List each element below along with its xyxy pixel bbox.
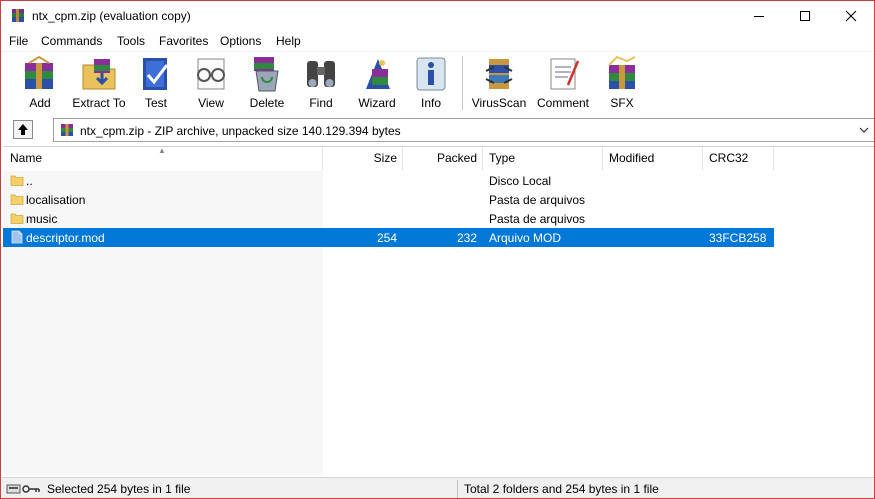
extract-icon (82, 59, 116, 90)
view-button[interactable]: View (190, 55, 232, 113)
info-button[interactable]: Info (413, 55, 449, 113)
file-icon (11, 230, 23, 244)
menu-file[interactable]: File (9, 34, 28, 48)
find-label: Find (309, 96, 333, 110)
extract-to-button[interactable]: Extract To (71, 55, 127, 113)
table-row[interactable]: music Pasta de arquivos (3, 209, 774, 228)
window-title: ntx_cpm.zip (evaluation copy) (32, 9, 191, 23)
address-text: ntx_cpm.zip - ZIP archive, unpacked size… (80, 124, 401, 138)
column-header-modified[interactable]: Modified (603, 147, 703, 170)
maximize-button[interactable] (782, 1, 828, 31)
column-header-size-label: Size (373, 151, 397, 165)
wizard-icon (366, 59, 390, 89)
winrar-window: ntx_cpm.zip (evaluation copy) File Comma… (0, 0, 875, 499)
delete-icon (254, 57, 279, 92)
view-label: View (198, 96, 224, 110)
table-row[interactable]: localisation Pasta de arquivos (3, 190, 774, 209)
sfx-label: SFX (610, 96, 634, 110)
file-name: descriptor.mod (26, 231, 105, 245)
menu-options[interactable]: Options (220, 34, 261, 48)
column-header-crc32-label: CRC32 (709, 151, 749, 165)
virusscan-icon (485, 59, 513, 89)
address-row: ntx_cpm.zip - ZIP archive, unpacked size… (1, 117, 874, 143)
column-header-name-label: Name (10, 151, 43, 165)
toolbar: Add Extract To Test View Delete Find Wiz… (1, 51, 874, 115)
binoculars-icon (307, 61, 335, 87)
file-packed: 232 (456, 231, 477, 245)
up-arrow-icon (18, 124, 28, 135)
virusscan-label: VirusScan (471, 96, 527, 110)
list-header: Name ▲ Size Packed Type Modified CRC32 (3, 146, 874, 170)
extract-to-label: Extract To (72, 96, 126, 110)
test-icon (143, 58, 169, 90)
add-icon (25, 55, 53, 89)
comment-icon (550, 58, 580, 90)
wizard-label: Wizard (358, 96, 396, 110)
column-header-packed[interactable]: Packed (403, 147, 483, 170)
menu-help[interactable]: Help (276, 34, 301, 48)
file-list[interactable]: Name ▲ Size Packed Type Modified CRC32 .… (3, 146, 874, 475)
menu-favorites[interactable]: Favorites (159, 34, 208, 48)
test-label: Test (144, 96, 167, 110)
sort-ascending-icon: ▲ (158, 146, 166, 155)
status-divider (457, 480, 458, 498)
minimize-button[interactable] (736, 1, 782, 31)
column-header-size[interactable]: Size (323, 147, 403, 170)
file-name: localisation (26, 193, 86, 207)
find-button[interactable]: Find (301, 55, 341, 113)
file-crc32: 33FCB258 (709, 231, 767, 245)
table-row-selected[interactable]: descriptor.mod 254 232 Arquivo MOD 33FCB… (3, 228, 774, 247)
up-one-level-button[interactable] (13, 120, 33, 139)
minimize-icon (754, 16, 764, 17)
column-header-type-label: Type (489, 151, 516, 165)
file-type: Pasta de arquivos (489, 212, 586, 226)
status-bar: Selected 254 bytes in 1 file Total 2 fol… (1, 477, 874, 498)
column-header-type[interactable]: Type (483, 147, 603, 170)
column-header-crc32[interactable]: CRC32 (703, 147, 774, 170)
add-button[interactable]: Add (16, 55, 64, 113)
sfx-button[interactable]: SFX (603, 55, 641, 113)
sfx-icon (608, 55, 636, 89)
winrar-app-icon (12, 9, 24, 22)
close-icon (845, 10, 857, 22)
title-bar[interactable]: ntx_cpm.zip (evaluation copy) (1, 1, 874, 32)
drive-key-icon (6, 484, 40, 494)
test-button[interactable]: Test (136, 55, 176, 113)
column-header-modified-label: Modified (609, 151, 655, 165)
comment-label: Comment (536, 96, 589, 110)
column-header-name[interactable]: Name ▲ (3, 146, 323, 170)
delete-button[interactable]: Delete (246, 55, 288, 113)
menu-tools[interactable]: Tools (117, 34, 145, 48)
comment-button[interactable]: Comment (534, 55, 592, 113)
chevron-down-icon[interactable] (858, 124, 870, 136)
folder-icon (10, 175, 24, 186)
info-label: Info (420, 96, 441, 110)
file-name: .. (26, 174, 33, 188)
maximize-icon (800, 11, 810, 21)
folder-icon (10, 213, 24, 224)
status-selection-text: Selected 254 bytes in 1 file (47, 482, 191, 496)
archive-icon (61, 124, 73, 136)
toolbar-separator (462, 56, 463, 110)
file-name: music (26, 212, 58, 226)
file-type: Pasta de arquivos (489, 193, 586, 207)
menu-commands[interactable]: Commands (41, 34, 102, 48)
table-row[interactable]: .. Disco Local (3, 171, 774, 190)
file-size: 254 (376, 231, 397, 245)
add-label: Add (29, 96, 51, 110)
status-total-text: Total 2 folders and 254 bytes in 1 file (464, 482, 659, 496)
menu-bar: File Commands Tools Favorites Options He… (1, 32, 874, 51)
virusscan-button[interactable]: VirusScan (472, 55, 526, 113)
address-combobox[interactable]: ntx_cpm.zip - ZIP archive, unpacked size… (53, 118, 874, 142)
close-button[interactable] (828, 1, 874, 31)
file-type: Disco Local (489, 174, 552, 188)
folder-icon (10, 194, 24, 205)
column-header-packed-label: Packed (436, 151, 477, 165)
delete-label: Delete (249, 96, 285, 110)
wizard-button[interactable]: Wizard (355, 55, 399, 113)
view-icon (197, 58, 225, 90)
info-icon (416, 57, 446, 91)
file-type: Arquivo MOD (489, 231, 562, 245)
